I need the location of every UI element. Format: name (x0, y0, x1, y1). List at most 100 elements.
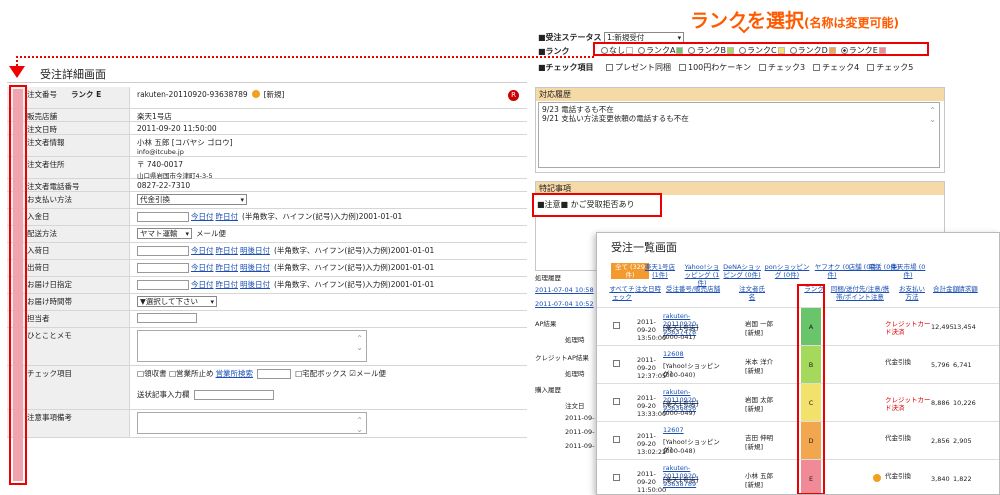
date-input[interactable] (137, 263, 189, 273)
check-options-2: □宅配ボックス ☑メール便 (295, 369, 387, 378)
order-code: (000-048) (663, 447, 696, 455)
payment-select[interactable]: 代金引換 (137, 194, 247, 205)
shipping-select[interactable]: ヤマト運輸 (137, 228, 192, 239)
remarks-textarea[interactable] (137, 412, 367, 434)
connector-line (16, 56, 594, 58)
detail-row-label-text: お届け時間帯 (27, 297, 72, 306)
row-checkbox[interactable] (613, 398, 620, 405)
date-shortcut-link[interactable]: 昨日付 (216, 212, 239, 221)
check-item-box[interactable] (679, 64, 686, 71)
tab-shop[interactable]: ponショッピング (0件) (763, 263, 811, 279)
side-label[interactable]: 2011-07-04 10:52 (535, 300, 594, 308)
detail-row-label-text: 注意事項備考 (27, 413, 72, 422)
column-header[interactable]: 受注番号/販売店舗 (663, 285, 723, 293)
check-item-box[interactable] (867, 64, 875, 71)
detail-row: お届け日指定 今日付 昨日付 明後日付 (半角数字、ハイフン(記号)入力例)2001-0… (7, 277, 527, 294)
detail-row-value: 小林 五郎 [コバヤシ ゴロウ] info@itcube.jp (137, 135, 527, 156)
tracking-input[interactable] (193, 390, 274, 400)
detail-row-value: 今日付 昨日付 明後日付 (半角数字、ハイフン(記号)入力例)2001-01-01 (137, 277, 527, 290)
side-label: 処理時 (565, 370, 585, 378)
tab-shop[interactable]: 楽天市場 (0件) (889, 263, 927, 279)
date-hint: (半角数字、ハイフン(記号)入力例)2001-01-01 (274, 280, 435, 289)
date-shortcut-link[interactable]: 今日付 (191, 263, 214, 272)
date-shortcut-link[interactable]: 今日付 (191, 212, 214, 221)
detail-row: お支払い方法 代金引換 (7, 192, 527, 209)
detail-row-label-text: 注文番号 (27, 90, 57, 99)
detail-row: 注文日時 2011-09-20 11:50:00 (7, 122, 527, 135)
column-header[interactable]: 注文日時 (633, 285, 663, 293)
order-bill: 10,226 (953, 399, 976, 407)
memo-textarea[interactable] (137, 330, 367, 362)
column-header[interactable]: 注文者氏名 (737, 285, 767, 301)
row-checkbox[interactable] (613, 474, 620, 481)
date-shortcut-link[interactable]: 今日付 (191, 246, 214, 255)
detail-value-text: 2011-09-20 11:50:00 (137, 124, 217, 133)
date-shortcut-link[interactable]: 昨日付 (216, 246, 239, 255)
order-date: 2011-09-20 13:50:00 (637, 318, 667, 342)
check-item-label: 100円わケーキン (688, 63, 752, 72)
side-label: 2011-09- (565, 428, 595, 436)
order-link[interactable]: 12608 (663, 350, 723, 358)
customer-badge: [新規] (745, 405, 764, 413)
detail-title: 受注詳細画面 (40, 68, 106, 81)
date-shortcut-link[interactable]: 昨日付 (216, 263, 239, 272)
staff-input[interactable] (137, 313, 197, 323)
check-options: □領収書 □営業所止め (137, 369, 214, 378)
date-input[interactable] (137, 280, 189, 290)
date-input[interactable] (137, 212, 189, 222)
detail-row-label-text: 配送方法 (27, 229, 57, 238)
tab-shop[interactable]: Yahoo!ショッピング (1件) (683, 263, 721, 287)
detail-row-label-text: 注文日時 (27, 125, 57, 134)
rank-highlight-box (593, 42, 929, 56)
detail-row-label-text: 担当者 (27, 314, 50, 323)
rank-label: ■ランク (538, 47, 570, 56)
date-shortcut-link[interactable]: 明後日付 (240, 280, 270, 289)
history-header: 対応履歴 (536, 88, 944, 101)
row-checkbox[interactable] (613, 360, 620, 367)
check-item-box[interactable] (813, 64, 821, 71)
history-panel: 対応履歴 9/23 電話するも不在 9/21 支払い方法変更依頼の電話するも不在 (535, 87, 945, 173)
rank-indicator: ランク E (71, 90, 102, 99)
check-items: プレゼント同梱 100円わケーキン チェック3 チェック4 チェック5 (598, 62, 913, 73)
office-search-link[interactable]: 営業所検索 (216, 369, 254, 378)
order-code: (000-049) (663, 409, 696, 417)
detail-value-text: 〒 740-0017 (137, 160, 183, 169)
check-item-box[interactable] (606, 64, 613, 71)
customer-name: 小林 五郎 (745, 472, 774, 480)
order-list-window: 受注一覧画面 全て (329件) 楽天1号店 (1件) Yahoo!ショッピング (… (596, 232, 1000, 495)
check-item-box[interactable] (759, 64, 767, 71)
delete-icon[interactable]: R (508, 90, 519, 101)
warning-dot-icon (873, 474, 881, 482)
detail-value-text: 楽天1号店 (137, 112, 172, 121)
column-header[interactable]: お支払い方法 (897, 285, 927, 301)
detail-row-label-text: 販売店舗 (27, 112, 57, 121)
date-hint: (半角数字、ハイフン(記号)入力例)2001-01-01 (274, 263, 435, 272)
customer-badge: [新規] (745, 329, 764, 337)
detail-row-label-text: ひとことメモ (27, 331, 72, 340)
date-shortcut-link[interactable]: 明後日付 (240, 263, 270, 272)
column-header[interactable]: 同梱/送付先/注意/携帯/ポイント注意 (829, 285, 891, 301)
order-total: 2,856 (931, 437, 950, 445)
tab-shop[interactable]: DeNAショッピング (0件) (723, 263, 761, 279)
date-shortcut-link[interactable]: 明後日付 (240, 246, 270, 255)
tab-shop[interactable]: 楽天1号店 (1件) (641, 263, 679, 279)
row-checkbox[interactable] (613, 436, 620, 443)
detail-row: 注文者情報 小林 五郎 [コバヤシ ゴロウ] info@itcube.jp (7, 135, 527, 157)
detail-row: ひとことメモ (7, 328, 527, 366)
notes-value[interactable]: ■注意■ かご受取拒否あり (537, 200, 635, 209)
column-header[interactable]: 請求額 (953, 285, 983, 293)
side-label[interactable]: 2011-07-04 10:58 (535, 286, 594, 294)
date-input[interactable] (137, 246, 189, 256)
order-date: 2011-09-20 13:02:22 (637, 432, 667, 456)
date-shortcut-link[interactable]: 今日付 (191, 280, 214, 289)
detail-row-value: 今日付 昨日付 (半角数字、ハイフン(記号)入力例)2001-01-01 (137, 209, 527, 222)
delivery-time-select[interactable]: ▼選択して下さい (137, 296, 217, 307)
office-input[interactable] (257, 369, 292, 379)
order-total: 12,495 (931, 323, 954, 331)
history-textarea[interactable]: 9/23 電話するも不在 9/21 支払い方法変更依頼の電話するも不在 (538, 102, 940, 168)
date-shortcut-link[interactable]: 昨日付 (216, 280, 239, 289)
row-checkbox[interactable] (613, 322, 620, 329)
order-link[interactable]: 12607 (663, 426, 723, 434)
detail-row-value: 2011-09-20 11:50:00 (137, 122, 527, 133)
payment-method: 代金引換 (885, 434, 911, 442)
